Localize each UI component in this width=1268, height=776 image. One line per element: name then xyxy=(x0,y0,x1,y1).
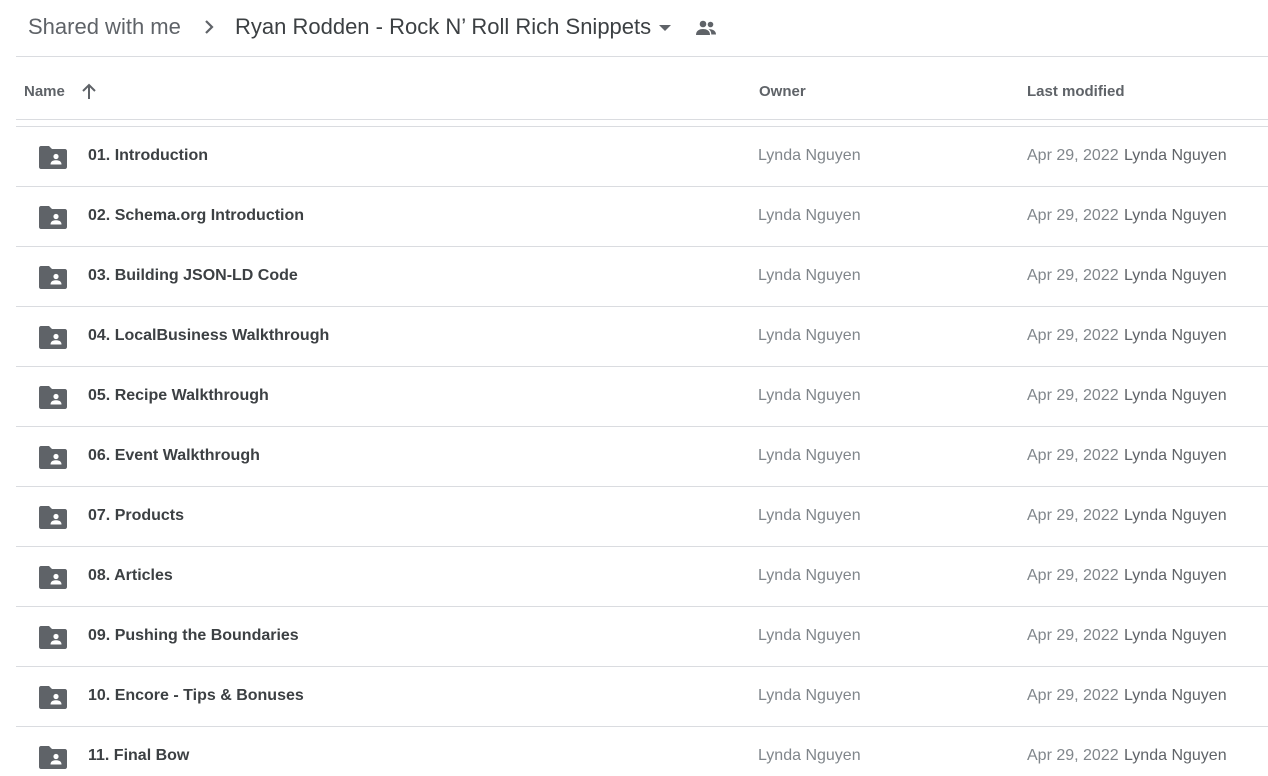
file-name: 06. Event Walkthrough xyxy=(88,447,260,464)
file-modified-by: Lynda Nguyen xyxy=(1124,687,1227,704)
file-modified-by: Lynda Nguyen xyxy=(1124,627,1227,644)
arrow-up-icon[interactable] xyxy=(78,81,100,103)
file-owner: Lynda Nguyen xyxy=(758,507,861,524)
file-name: 11. Final Bow xyxy=(88,747,190,764)
file-name: 02. Schema.org Introduction xyxy=(88,207,305,224)
file-modified-by: Lynda Nguyen xyxy=(1124,447,1227,464)
file-owner: Lynda Nguyen xyxy=(758,387,861,404)
file-owner: Lynda Nguyen xyxy=(758,687,861,704)
list-item[interactable]: 03. Building JSON-LD Code Lynda Nguyen A… xyxy=(16,247,1268,307)
file-owner: Lynda Nguyen xyxy=(758,747,861,764)
file-modified-date: Apr 29, 2022 xyxy=(1027,747,1119,764)
list-item[interactable]: 01. Introduction Lynda Nguyen Apr 29, 20… xyxy=(16,127,1268,187)
file-name: 04. LocalBusiness Walkthrough xyxy=(88,327,330,344)
chevron-right-icon xyxy=(200,15,220,39)
list-item[interactable]: 05. Recipe Walkthrough Lynda Nguyen Apr … xyxy=(16,367,1268,427)
file-modified-by: Lynda Nguyen xyxy=(1124,147,1227,164)
shared-folder-icon xyxy=(38,264,68,290)
file-name: 10. Encore - Tips & Bonuses xyxy=(88,687,304,704)
file-modified-date: Apr 29, 2022 xyxy=(1027,387,1119,404)
file-name: 03. Building JSON-LD Code xyxy=(88,267,298,284)
column-header-last-modified[interactable]: Last modified xyxy=(1027,83,1125,100)
file-name: 07. Products xyxy=(88,507,185,524)
file-modified-date: Apr 29, 2022 xyxy=(1027,627,1119,644)
file-modified-date: Apr 29, 2022 xyxy=(1027,267,1119,284)
column-header-owner: Owner xyxy=(759,83,806,100)
shared-folder-icon xyxy=(38,744,68,770)
file-modified-date: Apr 29, 2022 xyxy=(1027,207,1119,224)
column-header-name[interactable]: Name xyxy=(24,83,65,100)
file-owner: Lynda Nguyen xyxy=(758,147,861,164)
list-item[interactable]: 02. Schema.org Introduction Lynda Nguyen… xyxy=(16,187,1268,247)
file-name: 05. Recipe Walkthrough xyxy=(88,387,269,404)
file-modified-date: Apr 29, 2022 xyxy=(1027,447,1119,464)
file-modified-date: Apr 29, 2022 xyxy=(1027,567,1119,584)
file-list: 01. Introduction Lynda Nguyen Apr 29, 20… xyxy=(16,127,1268,776)
file-modified-by: Lynda Nguyen xyxy=(1124,747,1227,764)
file-owner: Lynda Nguyen xyxy=(758,207,861,224)
list-item[interactable]: 09. Pushing the Boundaries Lynda Nguyen … xyxy=(16,607,1268,667)
arrow-drop-down-icon[interactable] xyxy=(654,17,676,39)
file-modified-by: Lynda Nguyen xyxy=(1124,507,1227,524)
file-name: 08. Articles xyxy=(88,567,173,584)
breadcrumb: Shared with me Ryan Rodden - Rock N’ Rol… xyxy=(0,0,1268,56)
file-owner: Lynda Nguyen xyxy=(758,567,861,584)
list-item[interactable]: 11. Final Bow Lynda Nguyen Apr 29, 2022 … xyxy=(16,727,1268,776)
drive-file-browser: Shared with me Ryan Rodden - Rock N’ Rol… xyxy=(0,0,1268,776)
shared-folder-icon xyxy=(38,624,68,650)
file-modified-date: Apr 29, 2022 xyxy=(1027,327,1119,344)
shared-folder-icon xyxy=(38,504,68,530)
shared-folder-icon xyxy=(38,444,68,470)
list-item[interactable]: 07. Products Lynda Nguyen Apr 29, 2022 L… xyxy=(16,487,1268,547)
file-modified-date: Apr 29, 2022 xyxy=(1027,687,1119,704)
shared-folder-icon xyxy=(38,684,68,710)
file-modified-by: Lynda Nguyen xyxy=(1124,387,1227,404)
file-owner: Lynda Nguyen xyxy=(758,447,861,464)
shared-folder-icon xyxy=(38,564,68,590)
file-modified-by: Lynda Nguyen xyxy=(1124,207,1227,224)
column-header-divider xyxy=(16,119,1268,120)
file-modified-date: Apr 29, 2022 xyxy=(1027,147,1119,164)
shared-folder-icon xyxy=(38,384,68,410)
file-owner: Lynda Nguyen xyxy=(758,267,861,284)
breadcrumb-shared-with-me[interactable]: Shared with me xyxy=(28,12,181,42)
file-modified-by: Lynda Nguyen xyxy=(1124,567,1227,584)
list-item[interactable]: 08. Articles Lynda Nguyen Apr 29, 2022 L… xyxy=(16,547,1268,607)
list-item[interactable]: 10. Encore - Tips & Bonuses Lynda Nguyen… xyxy=(16,667,1268,727)
shared-folder-icon xyxy=(38,324,68,350)
column-header-row: Name Owner Last modified xyxy=(16,57,1268,119)
file-modified-by: Lynda Nguyen xyxy=(1124,327,1227,344)
file-owner: Lynda Nguyen xyxy=(758,627,861,644)
list-item[interactable]: 06. Event Walkthrough Lynda Nguyen Apr 2… xyxy=(16,427,1268,487)
file-modified-date: Apr 29, 2022 xyxy=(1027,507,1119,524)
file-modified-by: Lynda Nguyen xyxy=(1124,267,1227,284)
people-icon[interactable] xyxy=(694,16,718,40)
shared-folder-icon xyxy=(38,144,68,170)
file-name: 01. Introduction xyxy=(88,147,208,164)
file-name: 09. Pushing the Boundaries xyxy=(88,627,299,644)
breadcrumb-current-folder[interactable]: Ryan Rodden - Rock N’ Roll Rich Snippets xyxy=(235,12,651,42)
file-owner: Lynda Nguyen xyxy=(758,327,861,344)
shared-folder-icon xyxy=(38,204,68,230)
list-item[interactable]: 04. LocalBusiness Walkthrough Lynda Nguy… xyxy=(16,307,1268,367)
